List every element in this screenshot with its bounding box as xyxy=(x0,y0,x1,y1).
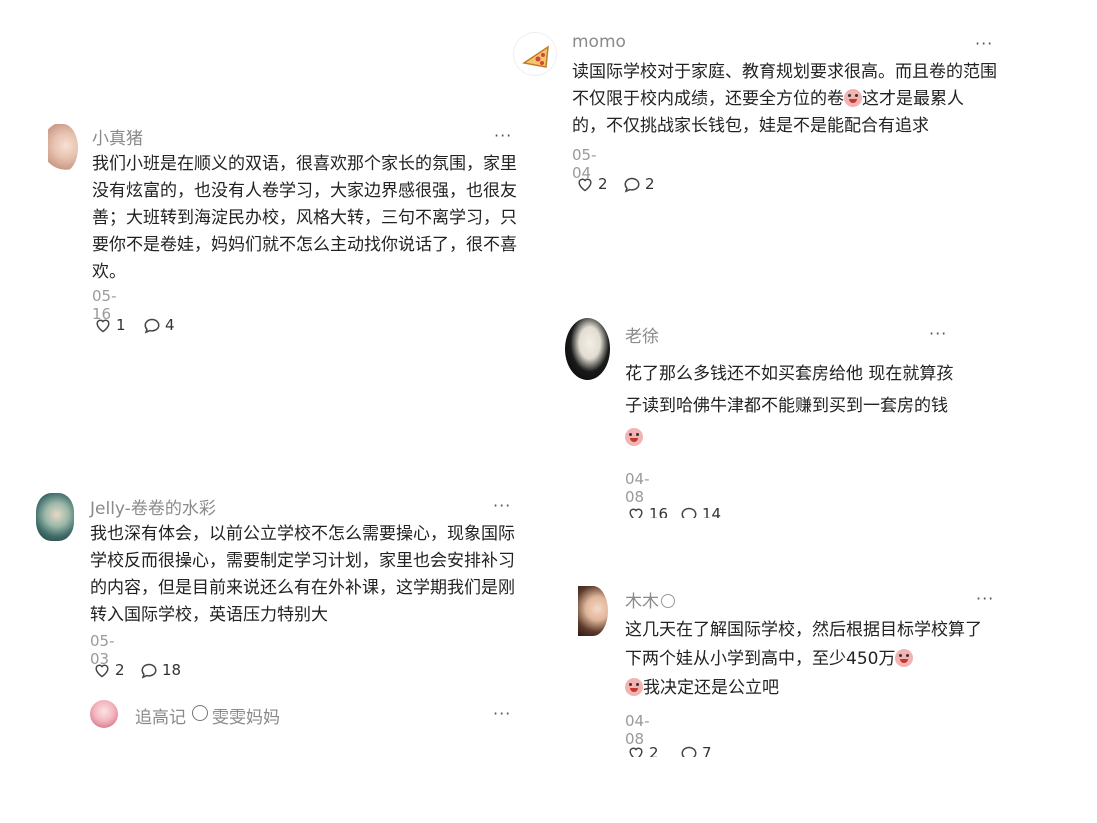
reply-count: 2 xyxy=(645,175,655,193)
reply-button[interactable]: 2 xyxy=(623,175,655,193)
comment-text: 这几天在了解国际学校，然后根据目标学校算了下两个娃从小学到高中，至少450万我决… xyxy=(625,616,995,703)
comment-text: 我也深有体会，以前公立学校不怎么需要操心，现象国际学校反而很操心，需要制定学习计… xyxy=(90,524,515,625)
more-options-icon[interactable]: ··· xyxy=(929,324,947,343)
comment-bubble-icon xyxy=(624,177,640,193)
heart-outline-icon xyxy=(95,664,109,678)
comment-author[interactable]: 木木 xyxy=(625,587,675,612)
crying-face-emoji xyxy=(625,428,643,446)
comment-text-part: 这几天在了解国际学校，然后根据目标学校算了下两个娃从小学到高中，至少450万 xyxy=(625,620,982,669)
avatar[interactable] xyxy=(513,32,557,76)
pizza-slice-icon xyxy=(522,45,549,68)
user-badge-icon xyxy=(661,594,675,608)
heart-outline-icon xyxy=(629,508,643,518)
reply-button[interactable]: 18 xyxy=(140,661,181,679)
heart-outline-icon xyxy=(629,747,643,757)
more-options-icon[interactable]: ··· xyxy=(975,34,993,53)
heart-outline-icon xyxy=(96,319,110,333)
more-options-icon[interactable]: ··· xyxy=(493,496,511,515)
avatar[interactable] xyxy=(578,586,608,636)
avatar[interactable] xyxy=(36,493,74,541)
comment-text: 我们小班是在顺义的双语，很喜欢那个家长的氛围，家里没有炫富的，也没有人卷学习，大… xyxy=(92,154,517,282)
like-count: 16 xyxy=(649,505,669,518)
comment-text: 读国际学校对于家庭、教育规划要求很高。而且卷的范围不仅限于校内成绩，还要全方位的… xyxy=(572,59,997,140)
comment-bubble-icon xyxy=(144,318,160,334)
crying-face-emoji xyxy=(895,649,914,667)
reply-button[interactable]: 7 xyxy=(680,744,712,757)
like-count: 2 xyxy=(115,661,125,679)
comment-bubble-icon xyxy=(681,746,697,757)
crying-face-emoji xyxy=(844,89,862,107)
like-count: 2 xyxy=(598,175,608,193)
stats-row-clipped: 2 7 xyxy=(625,740,825,757)
reply-count: 7 xyxy=(702,744,712,757)
more-options-icon[interactable]: ··· xyxy=(976,589,994,608)
comment-text: 花了那么多钱还不如买套房给他 现在就算孩子读到哈佛牛津都不能赚到买到一套房的钱 xyxy=(625,358,955,454)
comment-text-part: 我决定还是公立吧 xyxy=(643,678,779,698)
comment-author[interactable]: 老徐 xyxy=(625,322,659,347)
reply-count: 4 xyxy=(165,316,175,334)
like-count: 1 xyxy=(116,316,126,334)
like-button[interactable]: 16 xyxy=(627,505,668,518)
like-button[interactable]: 1 xyxy=(94,316,126,334)
avatar[interactable] xyxy=(48,124,78,172)
reply-button[interactable]: 4 xyxy=(143,316,175,334)
reply-arrow-icon xyxy=(192,705,208,721)
stats-row-clipped: 16 14 xyxy=(625,500,825,518)
crying-face-emoji xyxy=(625,678,643,696)
author-name: 木木 xyxy=(625,592,659,612)
more-options-icon[interactable]: ··· xyxy=(494,126,512,145)
like-button[interactable]: 2 xyxy=(93,661,125,679)
heart-outline-icon xyxy=(578,178,592,192)
like-button[interactable]: 2 xyxy=(576,175,608,193)
comment-bubble-icon xyxy=(681,507,697,518)
reply-count: 18 xyxy=(162,661,182,679)
reply-avatar[interactable] xyxy=(90,700,118,728)
reply-author[interactable]: 追高记 xyxy=(135,703,186,728)
avatar[interactable] xyxy=(565,318,610,380)
like-button[interactable]: 2 xyxy=(627,744,659,757)
reply-button[interactable]: 14 xyxy=(680,505,721,518)
reply-target[interactable]: 雯雯妈妈 xyxy=(212,703,280,728)
comment-text-part: 花了那么多钱还不如买套房给他 现在就算孩子读到哈佛牛津都不能赚到买到一套房的钱 xyxy=(625,364,954,416)
comment-author[interactable]: momo xyxy=(572,32,626,52)
reply-count: 14 xyxy=(702,505,722,518)
comment-author[interactable]: 小真猪 xyxy=(92,124,143,149)
more-options-icon[interactable]: ··· xyxy=(493,704,511,723)
comment-bubble-icon xyxy=(141,663,157,679)
comment-author[interactable]: Jelly-卷卷的水彩 xyxy=(90,494,216,519)
like-count: 2 xyxy=(649,744,659,757)
